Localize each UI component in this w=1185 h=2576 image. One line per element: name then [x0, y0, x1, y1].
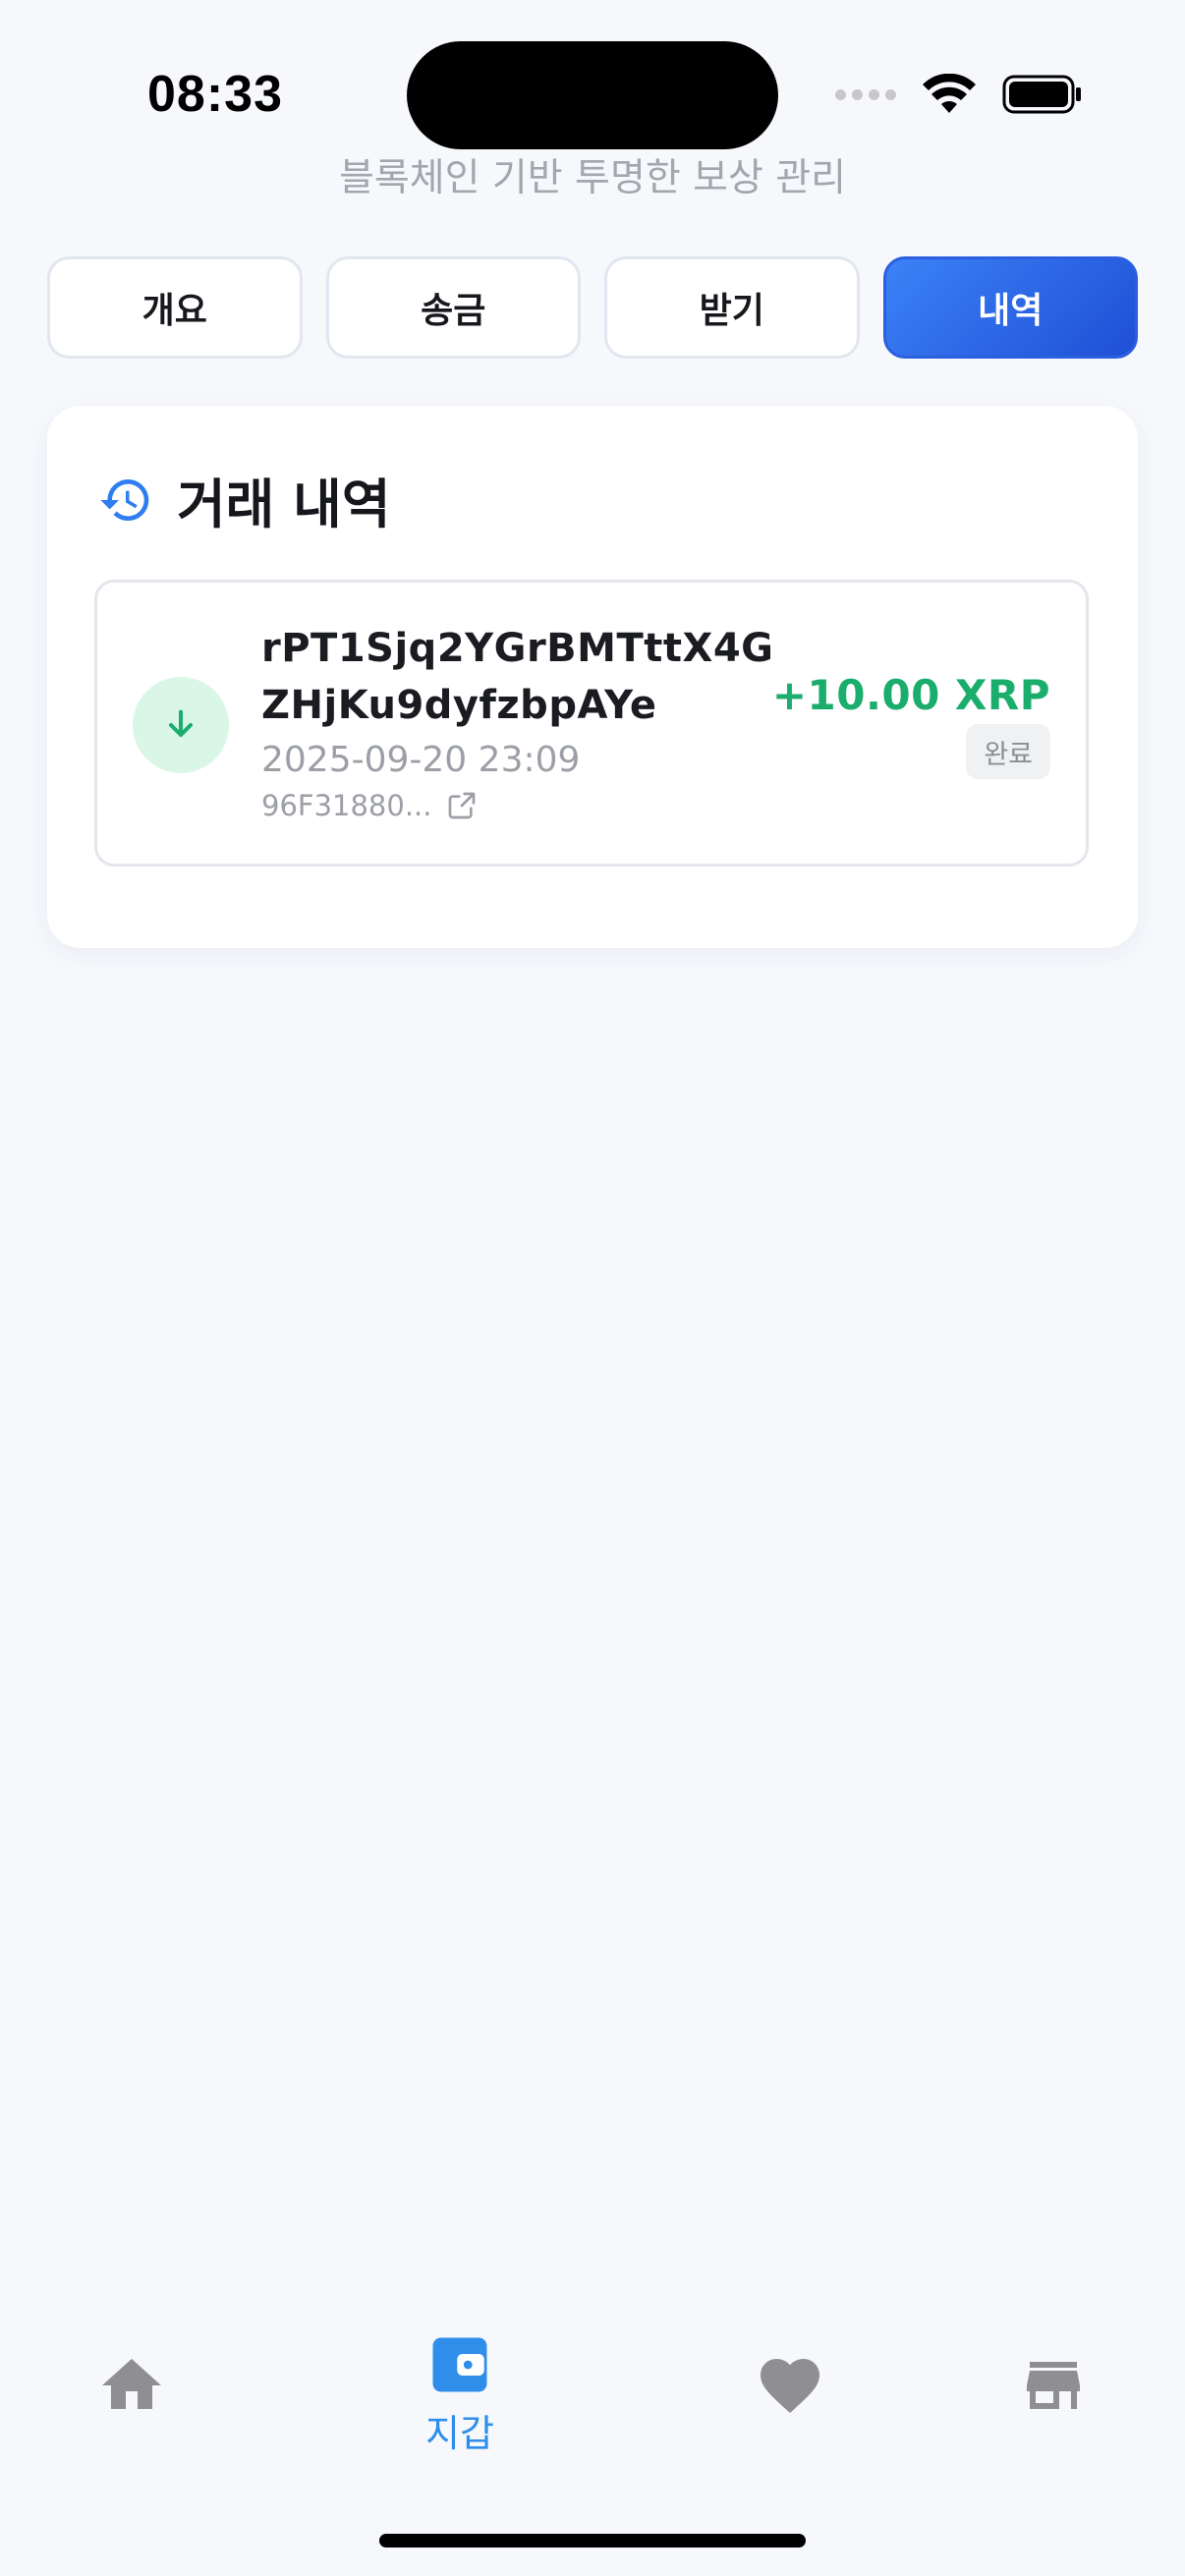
- status-indicators: [835, 71, 1083, 118]
- heart-icon: [761, 2359, 819, 2414]
- nav-store[interactable]: [975, 2350, 1132, 2478]
- status-time: 08:33: [147, 66, 283, 123]
- status-badge: 완료: [966, 724, 1050, 779]
- dynamic-island: [407, 41, 778, 149]
- wallet-history-screen: 08:33 블록체인 기반 투명한 보상 관리 개요 송금 받기 내역 거래 내…: [0, 0, 1185, 2576]
- home-icon: [102, 2359, 161, 2409]
- card-title: 거래 내역: [177, 474, 391, 535]
- nav-wallet-label: 지갑: [425, 2412, 494, 2455]
- tab-history[interactable]: 내역: [882, 256, 1138, 359]
- incoming-arrow-icon: [133, 677, 229, 773]
- wifi-icon: [923, 74, 976, 113]
- battery-icon: [1002, 75, 1081, 114]
- transaction-date: 2025-09-20 23:09: [261, 740, 581, 780]
- transaction-item[interactable]: rPT1Sjq2YGrBMTttX4GZHjKu9dyfzbpAYe 2025-…: [94, 580, 1089, 867]
- history-icon: [100, 478, 149, 521]
- transaction-history-card: 거래 내역 rPT1Sjq2YGrBMTttX4GZHjKu9dyfzbpAYe…: [47, 406, 1138, 948]
- tab-receive[interactable]: 받기: [604, 256, 860, 359]
- nav-wallet[interactable]: 지갑: [381, 2332, 538, 2460]
- transaction-hash: 96F31880...: [261, 789, 432, 822]
- wallet-tabs: 개요 송금 받기 내역: [47, 256, 1138, 359]
- nav-home[interactable]: [53, 2350, 210, 2478]
- tab-overview[interactable]: 개요: [47, 256, 303, 359]
- home-indicator: [379, 2534, 806, 2548]
- tab-send[interactable]: 송금: [325, 256, 581, 359]
- nav-favorites[interactable]: [711, 2350, 869, 2478]
- transaction-amount: +10.00 XRP: [771, 671, 1050, 719]
- external-link-icon: [448, 792, 475, 819]
- page-subtitle: 블록체인 기반 투명한 보상 관리: [338, 156, 847, 200]
- card-header: 거래 내역: [98, 461, 391, 538]
- store-icon: [1027, 2362, 1080, 2409]
- wallet-icon: [432, 2337, 487, 2392]
- transaction-address: rPT1Sjq2YGrBMTttX4GZHjKu9dyfzbpAYe: [261, 626, 774, 728]
- transaction-hash-link[interactable]: 96F31880...: [261, 789, 478, 822]
- cellular-signal-icon: [835, 88, 896, 100]
